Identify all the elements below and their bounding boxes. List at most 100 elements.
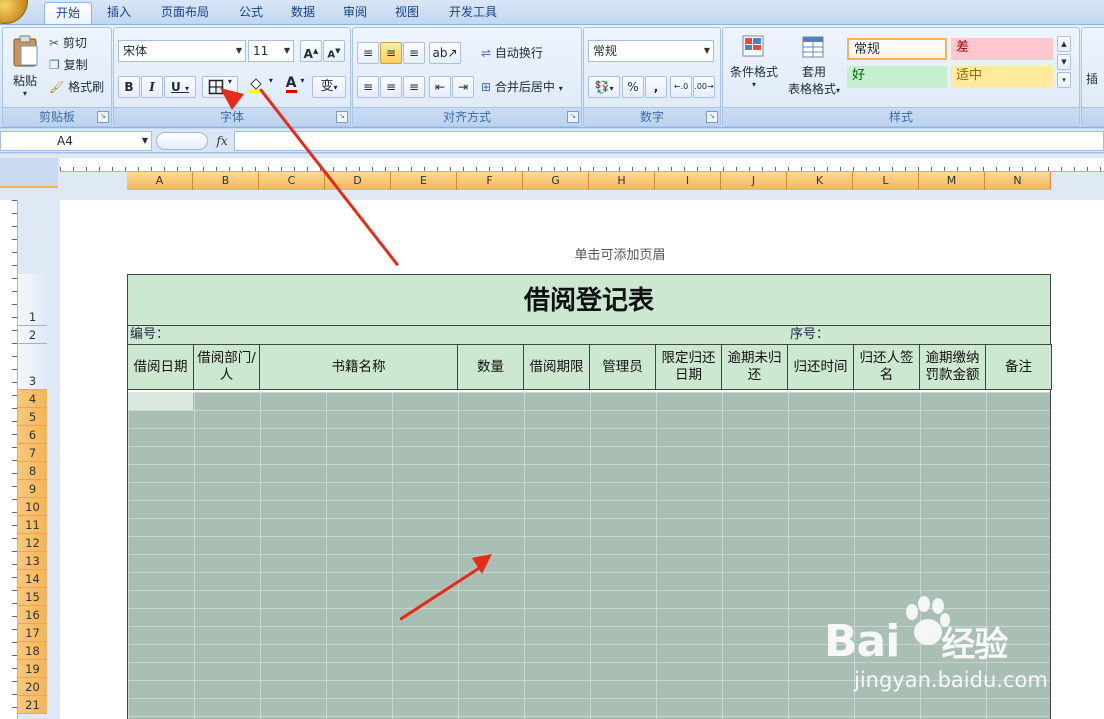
percent-button[interactable]: % [622,76,644,98]
increase-indent-button[interactable]: ⇥ [452,76,474,98]
tab-page-layout[interactable]: 页面布局 [150,2,220,24]
styles-more-icon[interactable]: ▾ [1057,72,1071,88]
formula-bar-splitter[interactable] [156,132,208,150]
row-header[interactable]: 6 [18,426,47,444]
align-bottom-button[interactable]: ≡ [403,42,425,64]
table-header-cell[interactable]: 归还时间 [787,344,853,390]
row-header[interactable]: 9 [18,480,47,498]
row-header[interactable]: 19 [18,660,47,678]
tab-view[interactable]: 视图 [384,2,430,24]
styles-scroll-down-icon[interactable]: ▼ [1057,54,1071,70]
tab-insert[interactable]: 插入 [96,2,142,24]
column-header[interactable]: J [721,172,787,190]
row-header[interactable]: 4 [18,390,47,408]
grow-font-button[interactable]: A▲ [300,40,322,62]
currency-button[interactable]: 💱▾ [588,76,620,98]
column-header[interactable]: N [985,172,1051,190]
table-header-cell[interactable]: 借阅部门/人 [193,344,259,390]
name-box[interactable]: A4 [0,131,152,151]
row-header[interactable]: 11 [18,516,47,534]
column-header[interactable]: H [589,172,655,190]
number-launcher-icon[interactable]: ↘ [706,111,718,123]
font-size-combo[interactable]: 11 ▼ [248,40,294,62]
table-header-cell[interactable]: 管理员 [589,344,655,390]
column-header[interactable]: I [655,172,721,190]
tab-developer[interactable]: 开发工具 [438,2,508,24]
phonetic-button[interactable]: 变▾ [312,76,346,98]
table-title[interactable]: 借阅登记表 [127,274,1051,326]
row-header[interactable]: 20 [18,678,47,696]
table-header-cell[interactable]: 借阅期限 [523,344,589,390]
decrease-decimal-button[interactable]: .00→ [693,76,715,98]
insert-cells-button[interactable]: 插 [1086,70,1098,87]
font-name-combo[interactable]: 宋体 ▼ [118,40,246,62]
page-header-placeholder[interactable]: 单击可添加页眉 [520,244,720,263]
tab-review[interactable]: 审阅 [332,2,378,24]
row-header[interactable]: 16 [18,606,47,624]
italic-button[interactable]: I [141,76,163,98]
row-header[interactable]: 13 [18,552,47,570]
font-launcher-icon[interactable]: ↘ [336,111,348,123]
alignment-launcher-icon[interactable]: ↘ [567,111,579,123]
name-box-dropdown-icon[interactable]: ▼ [138,133,152,149]
font-color-button[interactable]: A ▾ [280,76,310,98]
row-header[interactable]: 17 [18,624,47,642]
align-center-button[interactable]: ≡ [380,76,402,98]
orientation-button[interactable]: ab↗ [429,42,461,64]
align-middle-button[interactable]: ≡ [380,42,402,64]
table-header-cell[interactable]: 归还人签名 [853,344,919,390]
tab-data[interactable]: 数据 [280,2,326,24]
column-header[interactable]: F [457,172,523,190]
increase-decimal-button[interactable]: ←.0 [670,76,692,98]
column-header[interactable]: G [523,172,589,190]
number-format-combo[interactable]: 常规 ▼ [588,40,714,62]
style-bad[interactable]: 差 [951,38,1053,60]
column-header[interactable]: B [193,172,259,190]
table-header-cell[interactable]: 逾期缴纳罚款金额 [919,344,985,390]
row-header[interactable]: 18 [18,642,47,660]
align-right-button[interactable]: ≡ [403,76,425,98]
number-row[interactable]: 编号： 序号： [127,326,1051,344]
row-header[interactable]: 14 [18,570,47,588]
column-header[interactable]: E [391,172,457,190]
style-normal[interactable]: 常规 [847,38,947,60]
copy-button[interactable]: ❐ 复制 [49,56,88,73]
row-header[interactable]: 2 [18,326,47,344]
row-header[interactable]: 8 [18,462,47,480]
decrease-indent-button[interactable]: ⇤ [429,76,451,98]
table-header-cell[interactable]: 限定归还日期 [655,344,721,390]
insert-function-icon[interactable]: fx [212,131,232,151]
table-header-cell[interactable]: 数量 [457,344,523,390]
table-header-cell[interactable]: 借阅日期 [127,344,193,390]
row-header[interactable]: 15 [18,588,47,606]
cut-button[interactable]: ✂ 剪切 [49,34,87,51]
bold-button[interactable]: B [118,76,140,98]
align-top-button[interactable]: ≡ [357,42,379,64]
comma-button[interactable]: , [645,76,667,98]
office-button[interactable] [0,0,28,24]
tab-home[interactable]: 开始 [44,2,92,25]
table-header-cell[interactable]: 书籍名称 [259,344,457,390]
style-good[interactable]: 好 [847,66,947,88]
row-header[interactable]: 3 [18,344,47,390]
format-as-table-button[interactable]: 套用 表格格式▾ [783,34,845,97]
column-header[interactable]: C [259,172,325,190]
row-header[interactable]: 21 [18,696,47,714]
merge-center-button[interactable]: ⊞ 合并后居中 ▾ [481,78,563,95]
clipboard-launcher-icon[interactable]: ↘ [97,111,109,123]
column-header[interactable]: K [787,172,853,190]
format-painter-button[interactable]: 🖌 格式刷 [49,78,104,95]
row-header[interactable]: 10 [18,498,47,516]
tab-formulas[interactable]: 公式 [228,2,274,24]
row-header[interactable]: 7 [18,444,47,462]
row-header[interactable]: 12 [18,534,47,552]
align-left-button[interactable]: ≡ [357,76,379,98]
conditional-format-button[interactable]: 条件格式 ▾ [727,34,781,89]
select-all-corner[interactable] [0,158,58,188]
formula-input[interactable] [234,131,1104,151]
table-header-cell[interactable]: 备注 [985,344,1052,390]
paste-button[interactable]: 粘贴 ▾ [7,32,43,102]
style-neutral[interactable]: 适中 [951,66,1053,88]
row-header[interactable]: 1 [18,274,47,326]
table-header-cell[interactable]: 逾期未归还 [721,344,787,390]
